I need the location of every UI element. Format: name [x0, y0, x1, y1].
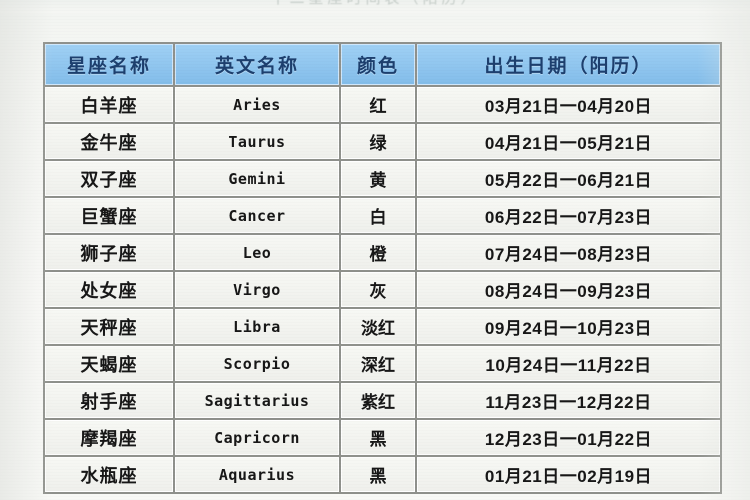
zodiac-table-container: 星座名称 英文名称 颜色 出生日期（阳历） 白羊座 Aries 红 03月21日一04…	[43, 42, 722, 494]
cell-color: 黑	[341, 420, 415, 455]
cell-name: 天蝎座	[45, 346, 173, 381]
cell-date: 11月23日一12月22日	[417, 383, 720, 418]
cell-en: Cancer	[175, 198, 339, 233]
cell-color: 橙	[341, 235, 415, 270]
cell-name: 巨蟹座	[45, 198, 173, 233]
cell-en: Gemini	[175, 161, 339, 196]
cell-name: 天秤座	[45, 309, 173, 344]
cell-date: 12月23日一01月22日	[417, 420, 720, 455]
cell-color: 黑	[341, 457, 415, 492]
cell-name: 水瓶座	[45, 457, 173, 492]
cell-date: 10月24日一11月22日	[417, 346, 720, 381]
table-row: 天秤座 Libra 淡红 09月24日一10月23日	[45, 309, 720, 344]
page-canvas: 十二星座时间表（阳历） 星座名称 英文名称 颜色 出生日期（阳历） 白羊座Ari…	[0, 0, 750, 500]
cell-en: Aquarius	[175, 457, 339, 492]
table-row: 射手座 Sagittarius 紫红 11月23日一12月22日	[45, 383, 720, 418]
cell-name: 金牛座	[45, 124, 173, 159]
table-row: 双子座 Gemini 黄 05月22日一06月21日	[45, 161, 720, 196]
cell-date: 04月21日一05月21日	[417, 124, 720, 159]
table-row: 天蝎座 Scorpio 深红 10月24日一11月22日	[45, 346, 720, 381]
column-header-english: 英文名称	[175, 44, 339, 85]
cell-name: 狮子座	[45, 235, 173, 270]
cell-name: 处女座	[45, 272, 173, 307]
cell-color: 紫红	[341, 383, 415, 418]
cell-date: 05月22日一06月21日	[417, 161, 720, 196]
cell-name: 射手座	[45, 383, 173, 418]
cell-name: 白羊座	[45, 87, 173, 122]
cell-color: 淡红	[341, 309, 415, 344]
cell-name: 双子座	[45, 161, 173, 196]
cell-date: 06月22日一07月23日	[417, 198, 720, 233]
cell-en: Sagittarius	[175, 383, 339, 418]
cell-en: Taurus	[175, 124, 339, 159]
table-body: 白羊座 Aries 红 03月21日一04月20日 金牛座 Taurus 绿 04月21日一0…	[45, 87, 720, 492]
cell-color: 深红	[341, 346, 415, 381]
cell-en: Libra	[175, 309, 339, 344]
cell-date: 08月24日一09月23日	[417, 272, 720, 307]
table-row: 水瓶座 Aquarius 黑 01月21日一02月19日	[45, 457, 720, 492]
column-header-color: 颜色	[341, 44, 415, 85]
cell-date: 03月21日一04月20日	[417, 87, 720, 122]
table-row: 白羊座 Aries 红 03月21日一04月20日	[45, 87, 720, 122]
cell-date: 07月24日一08月23日	[417, 235, 720, 270]
column-header-date: 出生日期（阳历）	[417, 44, 720, 85]
cell-name: 摩羯座	[45, 420, 173, 455]
cell-color: 绿	[341, 124, 415, 159]
cropped-title-strip: 十二星座时间表（阳历）	[0, 0, 750, 14]
cell-en: Capricorn	[175, 420, 339, 455]
column-header-name: 星座名称	[45, 44, 173, 85]
zodiac-table: 星座名称 英文名称 颜色 出生日期（阳历） 白羊座 Aries 红 03月21日一04…	[43, 42, 722, 494]
cell-color: 灰	[341, 272, 415, 307]
cell-date: 01月21日一02月19日	[417, 457, 720, 492]
table-row: 狮子座 Leo 橙 07月24日一08月23日	[45, 235, 720, 270]
header-row: 星座名称 英文名称 颜色 出生日期（阳历）	[45, 44, 720, 85]
table-header: 星座名称 英文名称 颜色 出生日期（阳历）	[45, 44, 720, 85]
cropped-title-text: 十二星座时间表（阳历）	[0, 0, 750, 8]
table-row: 巨蟹座 Cancer 白 06月22日一07月23日	[45, 198, 720, 233]
cell-en: Leo	[175, 235, 339, 270]
cell-color: 白	[341, 198, 415, 233]
table-row: 摩羯座 Capricorn 黑 12月23日一01月22日	[45, 420, 720, 455]
cell-color: 黄	[341, 161, 415, 196]
cell-color: 红	[341, 87, 415, 122]
table-row: 处女座 Virgo 灰 08月24日一09月23日	[45, 272, 720, 307]
cell-en: Aries	[175, 87, 339, 122]
cell-en: Scorpio	[175, 346, 339, 381]
cell-date: 09月24日一10月23日	[417, 309, 720, 344]
cell-en: Virgo	[175, 272, 339, 307]
table-row: 金牛座 Taurus 绿 04月21日一05月21日	[45, 124, 720, 159]
